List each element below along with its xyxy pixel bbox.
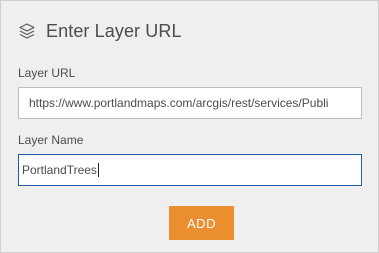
- layer-url-value: https://www.portlandmaps.com/arcgis/rest…: [29, 96, 329, 110]
- add-layer-panel: Enter Layer URL Layer URL https://www.po…: [0, 0, 379, 253]
- add-button[interactable]: ADD: [169, 206, 234, 240]
- layer-url-label: Layer URL: [18, 66, 76, 80]
- layer-url-input[interactable]: https://www.portlandmaps.com/arcgis/rest…: [18, 87, 362, 119]
- panel-title: Enter Layer URL: [46, 20, 182, 41]
- layer-name-value: PortlandTrees: [22, 163, 97, 177]
- layer-name-input[interactable]: PortlandTrees: [18, 154, 362, 186]
- panel-header: Enter Layer URL: [18, 19, 182, 43]
- text-caret: [97, 163, 99, 177]
- layer-name-label: Layer Name: [18, 133, 84, 147]
- layers-icon: [18, 22, 36, 40]
